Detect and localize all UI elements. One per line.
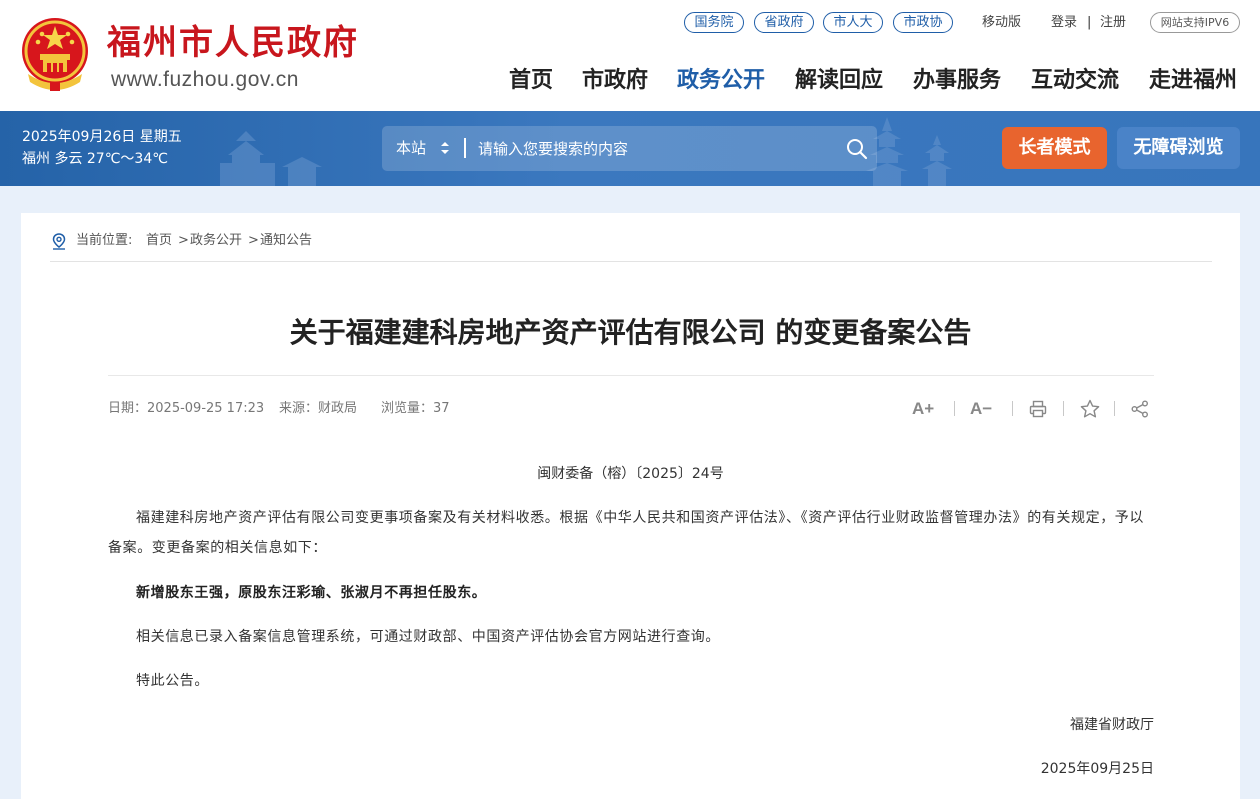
signature-date: 2025年09月25日: [1040, 761, 1154, 777]
site-url: www.fuzhou.gov.cn: [111, 68, 299, 91]
nav-government-affairs[interactable]: 政务公开: [677, 64, 765, 98]
search-divider: [464, 138, 466, 158]
document-number: 闽财委备（榕）〔2025〕24号: [537, 466, 724, 482]
search-scope-select[interactable]: 本站: [396, 126, 426, 171]
sort-arrows-icon: [441, 142, 449, 154]
tool-divider: [1012, 401, 1013, 416]
ipv6-badge: 网站支持IPV6: [1150, 12, 1240, 33]
elder-mode-button[interactable]: 长者模式: [1002, 127, 1107, 169]
search-icon[interactable]: [846, 138, 868, 160]
nav-services[interactable]: 办事服务: [913, 64, 1001, 98]
star-icon[interactable]: [1080, 399, 1100, 419]
nav-interaction[interactable]: 互动交流: [1031, 64, 1119, 98]
nav-interpretation[interactable]: 解读回应: [795, 64, 883, 98]
link-city-congress[interactable]: 市人大: [823, 12, 883, 33]
tool-divider: [1063, 401, 1064, 416]
top-banner: 2025年09月26日 星期五 福州 多云 27℃～34℃ 本站 长者模式 无障…: [0, 111, 1260, 186]
print-icon[interactable]: [1029, 400, 1047, 418]
link-provincial-gov[interactable]: 省政府: [754, 12, 814, 33]
signature-issuer: 福建省财政厅: [1070, 717, 1154, 733]
breadcrumb-label: 当前位置:: [76, 233, 133, 248]
site-header: 福州市人民政府 www.fuzhou.gov.cn 国务院 省政府 市人大 市政…: [0, 0, 1260, 111]
search-input[interactable]: [478, 134, 828, 163]
link-state-council[interactable]: 国务院: [684, 12, 744, 33]
font-decrease-button[interactable]: A−: [970, 397, 992, 421]
article-card: 当前位置: 首页 > 政务公开 > 通知公告 关于福建建科房地产资产评估有限公司…: [21, 213, 1240, 799]
title-divider: [108, 375, 1154, 376]
article-paragraph: 特此公告。: [136, 673, 209, 689]
nav-home[interactable]: 首页: [509, 64, 553, 98]
link-city-cppcc[interactable]: 市政协: [893, 12, 953, 33]
register-link[interactable]: 注册: [1100, 12, 1126, 33]
location-pin-icon: [52, 233, 66, 250]
national-emblem-icon: [22, 18, 88, 91]
article-title: 关于福建建科房地产资产评估有限公司 的变更备案公告: [289, 316, 972, 349]
site-name: 福州市人民政府: [107, 23, 359, 63]
article-paragraph: 福建建科房地产资产评估有限公司变更事项备案及有关材料收悉。根据《中华人民共和国资…: [108, 510, 1144, 556]
font-increase-button[interactable]: A+: [912, 397, 934, 421]
article-paragraph: 相关信息已录入备案信息管理系统，可通过财政部、中国资产评估协会官方网站进行查询。: [136, 629, 720, 645]
article-views: 浏览量：37: [381, 401, 450, 416]
article-paragraph-highlight: 新增股东王强，原股东汪彩瑜、张淑月不再担任股东。: [136, 585, 487, 601]
breadcrumb-notices[interactable]: 通知公告: [260, 230, 312, 252]
weather-info: 福州 多云 27℃～34℃: [22, 151, 168, 167]
article-date: 日期：2025-09-25 17:23: [108, 401, 265, 416]
login-register-divider: |: [1087, 15, 1092, 30]
tool-divider: [1114, 401, 1115, 416]
current-date: 2025年09月26日 星期五: [22, 129, 182, 145]
share-icon[interactable]: [1131, 400, 1149, 418]
breadcrumb-separator: >: [178, 233, 189, 248]
login-link[interactable]: 登录: [1051, 12, 1077, 33]
article-source: 来源：财政局: [279, 401, 358, 416]
breadcrumb-home[interactable]: 首页: [146, 230, 172, 252]
search-bar: 本站: [382, 126, 877, 171]
nav-about-fuzhou[interactable]: 走进福州: [1149, 64, 1237, 98]
mobile-version-link[interactable]: 移动版: [982, 12, 1021, 33]
nav-city-government[interactable]: 市政府: [582, 64, 648, 98]
breadcrumb-separator: >: [248, 233, 259, 248]
accessibility-button[interactable]: 无障碍浏览: [1117, 127, 1240, 169]
breadcrumb-gov-affairs[interactable]: 政务公开: [190, 230, 242, 252]
breadcrumb-divider: [50, 261, 1212, 262]
tool-divider: [954, 401, 955, 416]
